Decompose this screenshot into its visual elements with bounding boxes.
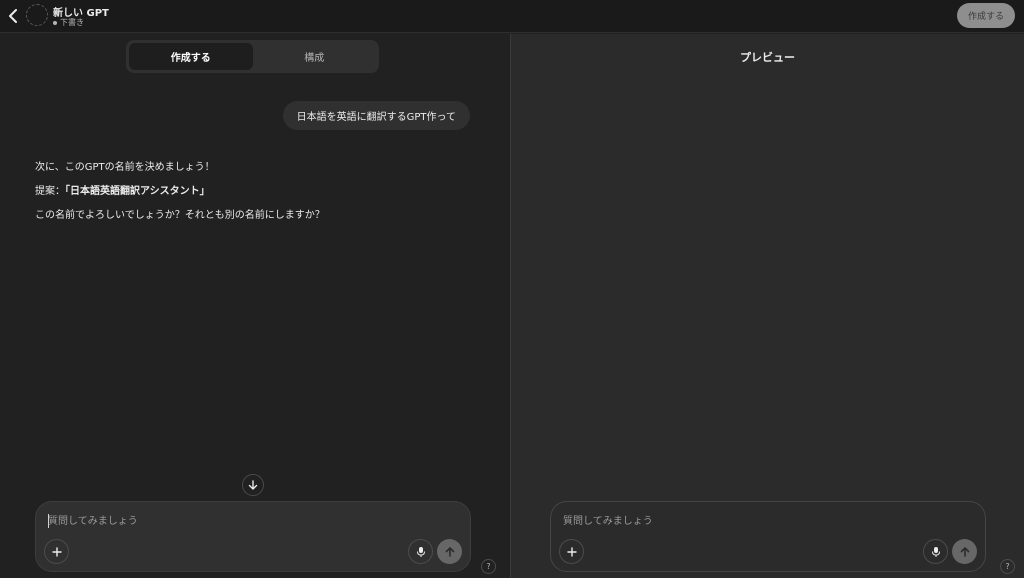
preview-panel: プレビュー ? xyxy=(511,34,1024,578)
draft-status: 下書き xyxy=(53,17,84,28)
assistant-line-2: 提案：「日本語英語翻訳アシスタント」 xyxy=(35,185,475,198)
back-button[interactable] xyxy=(4,6,22,26)
builder-composer xyxy=(35,501,471,572)
builder-message-input[interactable] xyxy=(48,512,448,530)
arrow-down-icon xyxy=(248,479,258,490)
preview-message-input[interactable] xyxy=(563,512,963,530)
arrow-up-icon xyxy=(445,547,454,557)
gpt-avatar[interactable] xyxy=(26,4,48,26)
create-gpt-button[interactable]: 作成する xyxy=(957,3,1015,28)
draft-status-label: 下書き xyxy=(60,18,84,27)
arrow-up-icon xyxy=(960,547,969,557)
builder-panel: 作成する 構成 日本語を英語に翻訳するGPT作って 次に、このGPTの名前を決め… xyxy=(0,34,510,578)
scroll-down-button[interactable] xyxy=(242,474,264,496)
plus-icon xyxy=(51,546,62,557)
chevron-left-icon xyxy=(9,9,17,23)
tab-configure[interactable]: 構成 xyxy=(253,43,377,70)
tab-create[interactable]: 作成する xyxy=(129,43,253,70)
assistant-line-3: この名前でよろしいでしょうか？それとも別の名前にしますか？ xyxy=(35,210,325,221)
plus-icon xyxy=(566,546,577,557)
preview-attach-button[interactable] xyxy=(559,539,584,564)
assistant-message: 次に、このGPTの名前を決めましょう！ 提案：「日本語英語翻訳アシスタント」 こ… xyxy=(35,161,475,233)
help-button[interactable]: ? xyxy=(481,559,496,574)
microphone-icon xyxy=(416,546,425,557)
user-message: 日本語を英語に翻訳するGPT作って xyxy=(282,101,470,130)
send-button[interactable] xyxy=(437,539,462,564)
preview-send-button[interactable] xyxy=(952,539,977,564)
attach-button[interactable] xyxy=(44,539,69,564)
text-caret xyxy=(48,514,49,528)
voice-input-button[interactable] xyxy=(408,539,433,564)
top-bar: 新しい GPT 下書き 作成する xyxy=(0,0,1024,33)
preview-help-button[interactable]: ? xyxy=(1000,559,1015,574)
assistant-line-1: 次に、このGPTの名前を決めましょう！ xyxy=(35,162,215,173)
suggestion-prefix: 提案： xyxy=(35,186,65,197)
microphone-icon xyxy=(931,546,940,557)
mode-tabs: 作成する 構成 xyxy=(126,40,379,73)
preview-title: プレビュー xyxy=(740,51,795,64)
status-dot-icon xyxy=(53,20,57,25)
suggested-name: 「日本語英語翻訳アシスタント」 xyxy=(65,186,210,197)
preview-voice-input-button[interactable] xyxy=(923,539,948,564)
preview-composer xyxy=(550,501,986,572)
